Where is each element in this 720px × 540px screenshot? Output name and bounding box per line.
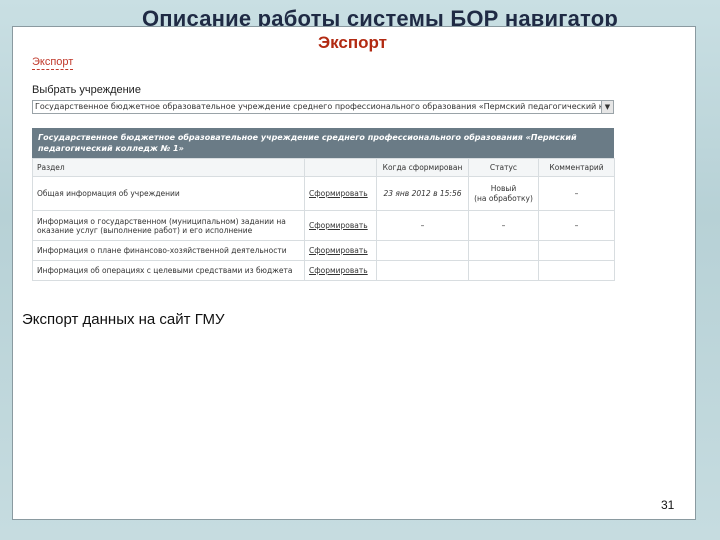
choose-institution-label: Выбрать учреждение <box>32 84 141 96</box>
generated-date <box>376 240 469 261</box>
status-cell <box>468 240 539 261</box>
slide-subtitle: Экспорт <box>318 33 387 52</box>
generate-link[interactable]: Сформировать <box>304 260 377 281</box>
institution-select-value: Государственное бюджетное образовательно… <box>35 102 614 111</box>
chevron-down-icon[interactable]: ▼ <box>601 101 613 113</box>
status-note[interactable]: (на обработку) <box>474 194 533 203</box>
status-cell: – <box>468 210 539 241</box>
status-link[interactable]: Новый <box>491 184 516 193</box>
column-header-section: Раздел <box>32 158 305 177</box>
column-header-when: Когда сформирован <box>376 158 469 177</box>
generated-date: – <box>376 210 469 241</box>
table-row: Информация о плане финансово-хозяйственн… <box>32 240 615 261</box>
status-cell: Новый (на обработку) <box>468 176 539 211</box>
sections-grid: Государственное бюджетное образовательно… <box>32 128 615 281</box>
status-cell <box>468 260 539 281</box>
comment-cell <box>538 260 615 281</box>
comment-cell: – <box>538 176 615 211</box>
comment-cell <box>538 240 615 261</box>
table-row: Информация об операциях с целевыми средс… <box>32 260 615 281</box>
institution-select[interactable]: Государственное бюджетное образовательно… <box>32 100 614 114</box>
table-row: Информация о государственном (муниципаль… <box>32 210 615 241</box>
section-name: Информация о государственном (муниципаль… <box>32 210 305 241</box>
sections-table: Раздел Когда сформирован Статус Коммента… <box>32 158 615 281</box>
generate-link[interactable]: Сформировать <box>304 240 377 261</box>
generated-date: 23 янв 2012 в 15:56 <box>376 176 469 211</box>
generated-date <box>376 260 469 281</box>
section-name: Общая информация об учреждении <box>32 176 305 211</box>
section-name: Информация об операциях с целевыми средс… <box>32 260 305 281</box>
export-link[interactable]: Экспорт <box>32 56 74 70</box>
column-header-action <box>304 158 377 177</box>
generate-link[interactable]: Сформировать <box>304 176 377 211</box>
section-name: Информация о плане финансово-хозяйственн… <box>32 240 305 261</box>
table-header-row: Раздел Когда сформирован Статус Коммента… <box>32 158 615 177</box>
comment-cell: – <box>538 210 615 241</box>
table-row: Общая информация об учреждении Сформиров… <box>32 176 615 211</box>
generate-link[interactable]: Сформировать <box>304 210 377 241</box>
column-header-status: Статус <box>468 158 539 177</box>
grid-title: Государственное бюджетное образовательно… <box>32 128 614 158</box>
export-screenshot: Экспорт Выбрать учреждение Государственн… <box>24 52 616 286</box>
slide-caption: Экспорт данных на сайт ГМУ <box>22 311 225 328</box>
column-header-comment: Комментарий <box>538 158 615 177</box>
page-number: 31 <box>661 498 675 512</box>
